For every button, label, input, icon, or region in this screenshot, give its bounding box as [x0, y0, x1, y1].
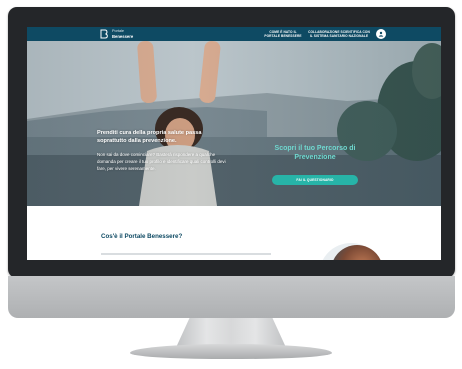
questionnaire-button[interactable]: FAI IL QUESTIONARIO [272, 175, 358, 185]
section-image [331, 245, 383, 260]
hero-body-text: Non sai da dove cominciare? Basterà risp… [97, 152, 226, 171]
nav-link-collaborazione[interactable]: COLLABORAZIONE SCIENTIFICA CON IL SISTEM… [307, 30, 371, 38]
logo-subname: Benessere [112, 34, 134, 39]
hero-text: Prenditi cura della propria salute passa… [97, 130, 229, 172]
logo-name: Portale [112, 29, 125, 33]
hero-banner: Prenditi cura della propria salute passa… [27, 41, 441, 206]
logo-text[interactable]: Portale Benessere [112, 29, 133, 39]
nav-link-come-e-nato[interactable]: COME È NATO IL PORTALE BENESSERE [263, 30, 303, 38]
portale-benessere-logo-icon[interactable] [99, 29, 110, 39]
browser-screen: Portale Benessere COME È NATO IL PORTALE… [27, 27, 441, 260]
section-text-placeholder [101, 253, 271, 259]
user-button[interactable] [376, 29, 386, 39]
hero-overlay [27, 41, 441, 206]
monitor-stand-base [130, 344, 332, 359]
hero-cta-title: Scopri il tuo Percorso di Prevenzione [274, 145, 356, 161]
user-icon [378, 31, 384, 37]
site-header: Portale Benessere COME È NATO IL PORTALE… [27, 27, 441, 41]
section-title: Cos'è il Portale Benessere? [101, 233, 183, 240]
monitor-chin [8, 276, 455, 318]
hero-headline: Prenditi cura della propria salute passa… [97, 130, 202, 144]
